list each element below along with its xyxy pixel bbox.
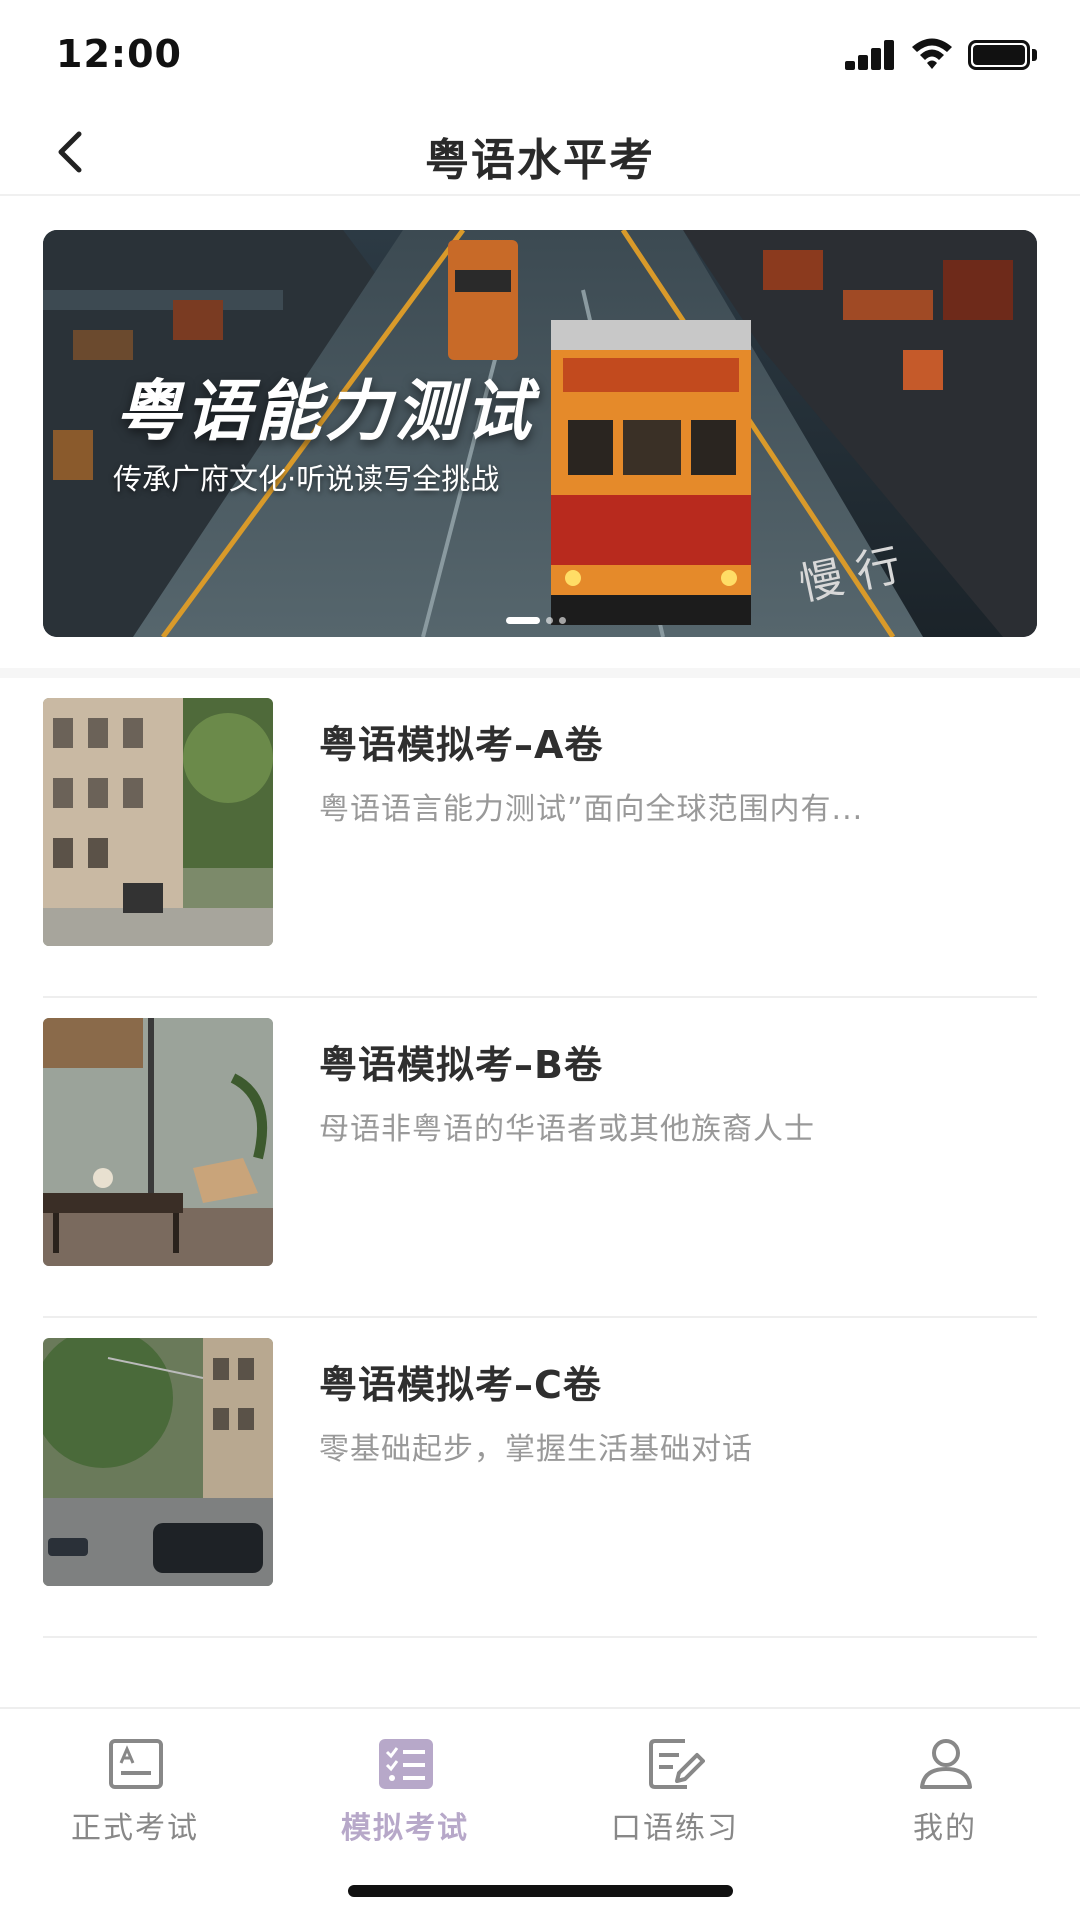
- tab-label: 我的: [913, 1811, 977, 1846]
- banner-subtitle: 传承广府文化·听说读写全挑战: [113, 462, 500, 496]
- nav-bar: 粤语水平考: [0, 110, 1080, 196]
- carousel-dot[interactable]: [546, 617, 553, 624]
- tab-label: 模拟考试: [341, 1811, 469, 1846]
- status-time: 12:00: [56, 32, 182, 76]
- thumbnail-interior-image: [43, 1018, 273, 1266]
- battery-icon: [968, 40, 1038, 70]
- banner-title: 粤语能力测试: [115, 373, 535, 450]
- tab-my-profile[interactable]: 我的: [810, 1709, 1080, 1879]
- divider: [43, 1636, 1037, 1638]
- tab-formal-exam[interactable]: 正式考试: [0, 1709, 270, 1879]
- page-title: 粤语水平考: [425, 135, 655, 186]
- tab-mock-exam[interactable]: 模拟考试: [270, 1709, 540, 1879]
- list-item[interactable]: 粤语模拟考–A卷 粤语语言能力测试”面向全球范围内有...: [43, 678, 1037, 998]
- item-description: 粤语语言能力测试”面向全球范围内有...: [319, 792, 864, 827]
- exam-card-icon: [109, 1739, 163, 1789]
- cellular-signal-icon: [845, 40, 897, 70]
- tab-label: 正式考试: [71, 1811, 199, 1846]
- checklist-icon: [379, 1739, 433, 1789]
- carousel-dot[interactable]: [559, 617, 566, 624]
- wifi-icon: [912, 38, 952, 69]
- home-indicator[interactable]: [348, 1885, 733, 1897]
- status-bar: 12:00: [0, 0, 1080, 110]
- item-title: 粤语模拟考–A卷: [319, 723, 604, 767]
- carousel-dot-active[interactable]: [506, 617, 540, 624]
- item-title: 粤语模拟考–C卷: [319, 1363, 602, 1407]
- thumbnail-street-image: [43, 698, 273, 946]
- list-item[interactable]: 粤语模拟考–B卷 母语非粤语的华语者或其他族裔人士: [43, 998, 1037, 1318]
- section-divider: [0, 668, 1080, 678]
- list-item[interactable]: 粤语模拟考–C卷 零基础起步，掌握生活基础对话: [43, 1318, 1037, 1638]
- item-description: 零基础起步，掌握生活基础对话: [319, 1432, 753, 1467]
- item-title: 粤语模拟考–B卷: [319, 1043, 603, 1087]
- edit-note-icon: [649, 1739, 705, 1789]
- user-icon: [920, 1739, 972, 1789]
- banner-carousel[interactable]: 慢 行 粤语能力测试 传承广府文化·听说读写全挑战: [43, 230, 1037, 637]
- tab-speaking-practice[interactable]: 口语练习: [540, 1709, 810, 1879]
- thumbnail-road-image: [43, 1338, 273, 1586]
- item-description: 母语非粤语的华语者或其他族裔人士: [319, 1112, 815, 1147]
- tab-label: 口语练习: [611, 1811, 739, 1846]
